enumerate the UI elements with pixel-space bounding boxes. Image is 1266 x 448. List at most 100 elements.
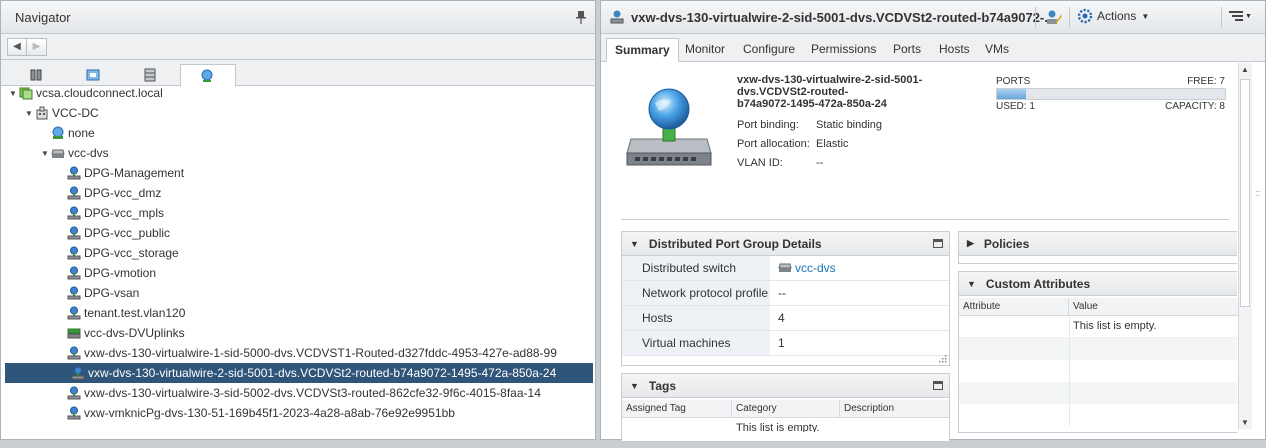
datacenter-icon [35, 106, 52, 121]
navigator-panel: Navigator ◀ ▶ ▼ vcsa.cloudconnect.local ▼ V… [0, 0, 596, 440]
tab-vms[interactable]: VMs [977, 38, 1017, 62]
tree-collapse-icon[interactable]: ▼ [41, 149, 51, 158]
panel-menu-button[interactable]: ▼ [1229, 10, 1252, 22]
tree-item[interactable]: tenant.test.vlan120 [1, 303, 595, 323]
port-binding-value: Static binding [816, 119, 883, 131]
collapse-arrow-icon: ▼ [967, 278, 976, 289]
tab-monitor[interactable]: Monitor [677, 38, 733, 62]
tree-item[interactable]: vxw-vmknicPg-dvs-130-51-169b45f1-2023-4a… [1, 403, 595, 423]
tree-item[interactable]: DPG-Management [1, 163, 595, 183]
details-header[interactable]: ▼ Distributed Port Group Details [622, 232, 949, 256]
custom-attributes-header[interactable]: ▼ Custom Attributes [959, 272, 1237, 296]
tree-item[interactable]: DPG-vcc_dmz [1, 183, 595, 203]
collapse-arrow-icon: ▼ [630, 238, 639, 249]
tags-header[interactable]: ▼ Tags [622, 374, 949, 398]
portgroup-icon [67, 306, 84, 321]
scrollbar-thumb[interactable] [1240, 79, 1250, 307]
tree-item[interactable]: DPG-vcc_mpls [1, 203, 595, 223]
header-divider [1221, 7, 1222, 27]
tags-portlet: ▼ Tags Assigned Tag Category Description… [621, 373, 950, 441]
tree-item[interactable]: vxw-dvs-130-virtualwire-3-sid-5002-dvs.V… [1, 383, 595, 403]
tags-column-header[interactable]: Assigned Tag [622, 400, 732, 418]
tree-item[interactable]: DPG-vsan [1, 283, 595, 303]
maximize-icon[interactable] [933, 381, 943, 390]
object-name-line: dvs.VCDVSt2-routed- [737, 86, 849, 98]
tree-item[interactable]: vxw-dvs-130-virtualwire-2-sid-5001-dvs.V… [5, 363, 593, 383]
vms-templates-icon [86, 69, 99, 81]
dvswitch-icon [51, 146, 68, 161]
details-title: Distributed Port Group Details [648, 236, 822, 251]
pin-icon[interactable] [575, 10, 587, 24]
back-button[interactable]: ◀ [7, 37, 27, 56]
object-name-line: b74a9072-1495-472a-850a-24 [737, 98, 887, 110]
splitter-grip-icon[interactable]: :: [1255, 189, 1260, 198]
actions-menu[interactable]: Actions ▼ [1077, 8, 1149, 24]
tree-collapse-icon[interactable]: ▼ [9, 89, 19, 98]
object-title: vxw-dvs-130-virtualwire-2-sid-5001-dvs.V… [631, 9, 1056, 25]
tree-item[interactable]: DPG-vcc_storage [1, 243, 595, 263]
tab-configure[interactable]: Configure [735, 38, 803, 62]
object-name: vxw-dvs-130-virtualwire-2-sid-5001- dvs.… [737, 74, 922, 110]
summary-divider [621, 219, 1229, 220]
tab-ports[interactable]: Ports [885, 38, 929, 62]
scroll-down-icon[interactable]: ▼ [1241, 418, 1249, 427]
details-value: 1 [778, 336, 785, 350]
edit-settings-icon[interactable] [1045, 9, 1063, 26]
port-allocation-value: Elastic [816, 138, 849, 150]
portgroup-icon [67, 186, 84, 201]
tree-item-label: vxw-dvs-130-virtualwire-1-sid-5000-dvs.V… [84, 346, 557, 360]
policies-header[interactable]: ▶ Policies [959, 232, 1237, 256]
capacity-label: CAPACITY: 8 [1165, 101, 1225, 112]
tree-item-label: tenant.test.vlan120 [84, 306, 186, 320]
scroll-up-icon[interactable]: ▲ [1241, 65, 1249, 74]
used-ports-label: USED: 1 [996, 101, 1035, 112]
attributes-column-header[interactable]: Attribute [959, 298, 1069, 316]
custom-attributes-title: Custom Attributes [985, 276, 1091, 291]
list-item [959, 338, 1237, 360]
tab-hosts[interactable]: Hosts [931, 38, 978, 62]
tree-item-label: DPG-vcc_mpls [84, 206, 165, 220]
tree-item-label: DPG-vcc_public [84, 226, 171, 240]
networking-icon [201, 69, 212, 82]
tab-permissions[interactable]: Permissions [803, 38, 884, 62]
maximize-icon[interactable] [933, 239, 943, 248]
portgroup-icon [71, 366, 88, 381]
tree-item-label: vxw-vmknicPg-dvs-130-51-169b45f1-2023-4a… [84, 406, 455, 420]
history-bar: ◀ ▶ [1, 34, 595, 60]
tree-item-label: DPG-vmotion [84, 266, 157, 280]
details-row: Hosts 4 [622, 306, 949, 331]
tree-item-label: vcc-dvs-DVUplinks [84, 326, 185, 340]
details-portlet: ▼ Distributed Port Group Details Distrib… [621, 231, 950, 366]
custom-attributes-portlet: ▼ Custom Attributes Attribute Value This… [958, 271, 1238, 433]
details-key: Hosts [622, 306, 770, 330]
resize-handle-icon[interactable] [939, 355, 947, 363]
vertical-scrollbar[interactable]: ▲ ▼ [1238, 63, 1252, 429]
column-divider [1069, 338, 1070, 360]
tags-column-header[interactable]: Description [840, 400, 949, 418]
distributed-switch-link[interactable]: vcc-dvs [770, 261, 836, 275]
details-key: Network protocol profile [622, 281, 770, 305]
tags-column-header[interactable]: Category [732, 400, 840, 418]
attributes-column-header[interactable]: Value [1069, 298, 1238, 316]
tree-item[interactable]: vcc-dvs-DVUplinks [1, 323, 595, 343]
tree-item-label: DPG-vcc_storage [84, 246, 179, 260]
tree-item[interactable]: ▼ vcsa.cloudconnect.local [1, 83, 595, 103]
details-row: Virtual machines 1 [622, 331, 949, 356]
tree-item[interactable]: ▼ vcc-dvs [1, 143, 595, 163]
portgroup-icon [67, 346, 84, 361]
port-allocation-label: Port allocation: [737, 138, 810, 150]
tree-item[interactable]: DPG-vcc_public [1, 223, 595, 243]
tree-collapse-icon[interactable]: ▼ [25, 109, 35, 118]
tree-item[interactable]: none [1, 123, 595, 143]
tree-item[interactable]: DPG-vmotion [1, 263, 595, 283]
tree-item[interactable]: ▼ VCC-DC [1, 103, 595, 123]
summary-content: vxw-dvs-130-virtualwire-2-sid-5001- dvs.… [601, 63, 1238, 441]
uplinks-icon [67, 326, 84, 341]
object-header: vxw-dvs-130-virtualwire-2-sid-5001-dvs.V… [601, 1, 1265, 34]
tree-item-label: none [68, 126, 95, 140]
tab-summary[interactable]: Summary [606, 38, 679, 62]
header-divider [1069, 7, 1070, 27]
collapse-arrow-icon: ▼ [630, 380, 639, 391]
forward-button[interactable]: ▶ [27, 37, 47, 56]
tree-item[interactable]: vxw-dvs-130-virtualwire-1-sid-5000-dvs.V… [1, 343, 595, 363]
